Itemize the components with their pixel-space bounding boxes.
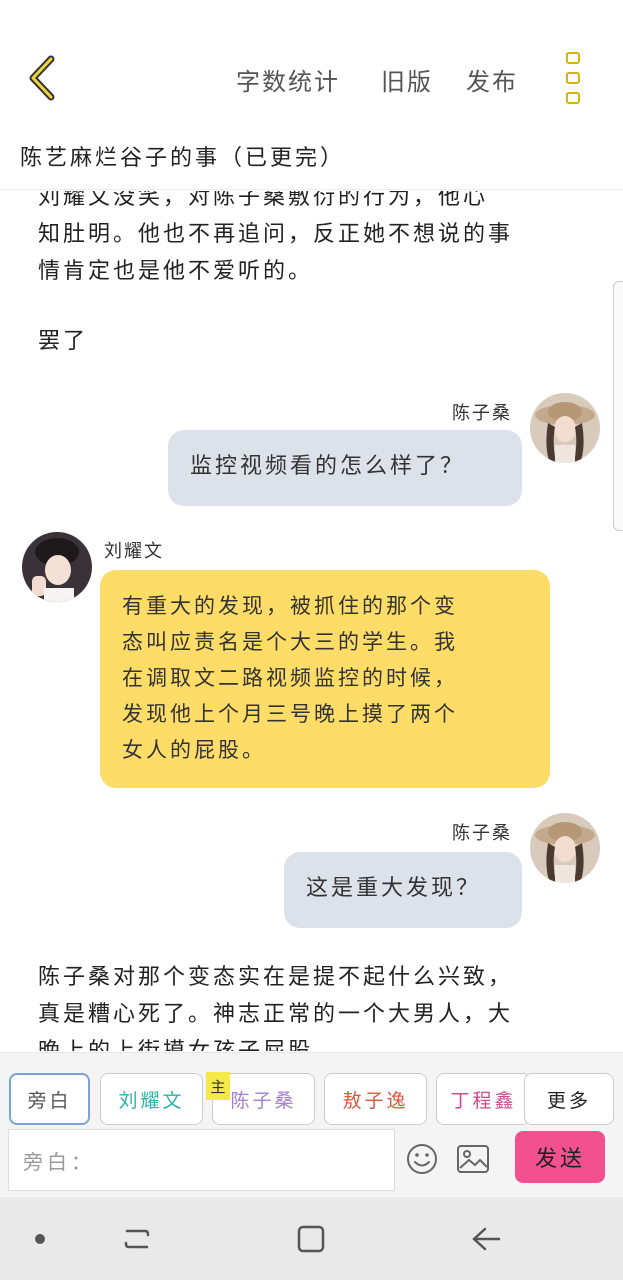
narration-line: 情肯定也是他不爱听的。 (38, 259, 314, 284)
vertical-dots-icon (566, 52, 580, 64)
more-menu-button[interactable] (560, 52, 586, 104)
dot-segment (566, 72, 580, 84)
more-characters-button[interactable]: 更多 (524, 1073, 614, 1125)
narration-block[interactable]: 陈子桑对那个变态实在是提不起什么兴致， 真是糟心死了。神志正常的一个大男人，大 … (38, 959, 513, 1051)
chat-bubble-left[interactable]: 有重大的发现，被抓住的那个变 态叫应责名是个大三的学生。我 在调取文二路视频监控… (100, 570, 550, 788)
story-title: 陈艺麻烂谷子的事（已更完） (20, 146, 346, 171)
narration-line: 真是糟心死了。神志正常的一个大男人，大 (38, 1002, 514, 1027)
bubble-line: 女人的屁股。 (122, 738, 266, 762)
chevron-left-icon (29, 55, 55, 101)
character-ding-chengxin[interactable]: 丁程鑫 (436, 1073, 531, 1125)
character-liu-yaowen[interactable]: 刘耀文 (100, 1073, 203, 1125)
old-version-button[interactable]: 旧版 (381, 62, 433, 97)
narration-block[interactable]: 刘耀文没笑，对陈子桑敷衍的行为，他心 知肚明。他也不再追问，反正她不想说的事 情… (38, 191, 513, 290)
chat-content[interactable]: 刘耀文没笑，对陈子桑敷衍的行为，他心 知肚明。他也不再追问，反正她不想说的事 情… (0, 191, 623, 1051)
character-narrator[interactable]: 旁白 (9, 1073, 90, 1125)
home-icon[interactable] (291, 1219, 331, 1259)
chat-bubble-right[interactable]: 这是重大发现？ (284, 852, 522, 928)
app-header: 字数统计 旧版 发布 (0, 0, 623, 130)
word-count-button[interactable]: 字数统计 (236, 62, 340, 97)
avatar-chen-zisang[interactable] (530, 393, 600, 463)
main-character-tag: 主 (206, 1072, 230, 1100)
speaker-name: 陈子桑 (452, 403, 512, 424)
back-icon[interactable] (466, 1219, 506, 1259)
narration-line: 晚上的上街摸女孩子屁股 (38, 1033, 513, 1051)
image-icon (457, 1145, 489, 1173)
narration-short[interactable]: 罢了 (38, 323, 88, 360)
smiley-icon (407, 1144, 437, 1174)
compose-toolbar: 旁白 刘耀文 陈子桑 敖子逸 丁程鑫 更多 旁白： 发送 (0, 1052, 623, 1197)
narration-line: 刘耀文没笑，对陈子桑敷衍的行为，他心 (38, 191, 489, 210)
image-button[interactable] (454, 1140, 492, 1178)
chat-bubble-right[interactable]: 监控视频看的怎么样了？ (168, 430, 522, 506)
speaker-name: 陈子桑 (452, 823, 512, 844)
recent-apps-icon[interactable] (117, 1219, 157, 1259)
send-button[interactable]: 发送 (515, 1131, 605, 1183)
dot-segment (566, 92, 580, 104)
avatar-girl-image (530, 393, 600, 463)
character-ao-ziyi[interactable]: 敖子逸 (324, 1073, 427, 1125)
emoji-button[interactable] (403, 1140, 441, 1178)
story-title-bar[interactable]: 陈艺麻烂谷子的事（已更完） (0, 132, 623, 190)
avatar-liu-yaowen[interactable] (22, 532, 92, 602)
avatar-chen-zisang[interactable] (530, 813, 600, 883)
narration-line: 知肚明。他也不再追问，反正她不想说的事 (38, 222, 514, 247)
dot-icon[interactable] (20, 1219, 60, 1259)
bubble-line: 在调取文二路视频监控的时候， (122, 666, 458, 690)
bubble-line: 发现他上个月三号晚上摸了两个 (122, 702, 458, 726)
bubble-line: 态叫应责名是个大三的学生。我 (122, 630, 458, 654)
scrollbar[interactable] (613, 281, 623, 531)
bubble-line: 有重大的发现，被抓住的那个变 (122, 594, 458, 618)
narration-line: 陈子桑对那个变态实在是提不起什么兴致， (38, 965, 514, 990)
input-placeholder: 旁白： (23, 1149, 95, 1174)
back-button[interactable] (18, 52, 66, 104)
system-nav-bar (0, 1197, 623, 1280)
speaker-name: 刘耀文 (104, 541, 164, 562)
avatar-girl-image (530, 813, 600, 883)
message-input[interactable]: 旁白： (8, 1129, 395, 1191)
avatar-boy-image (22, 532, 92, 602)
publish-button[interactable]: 发布 (466, 62, 518, 97)
